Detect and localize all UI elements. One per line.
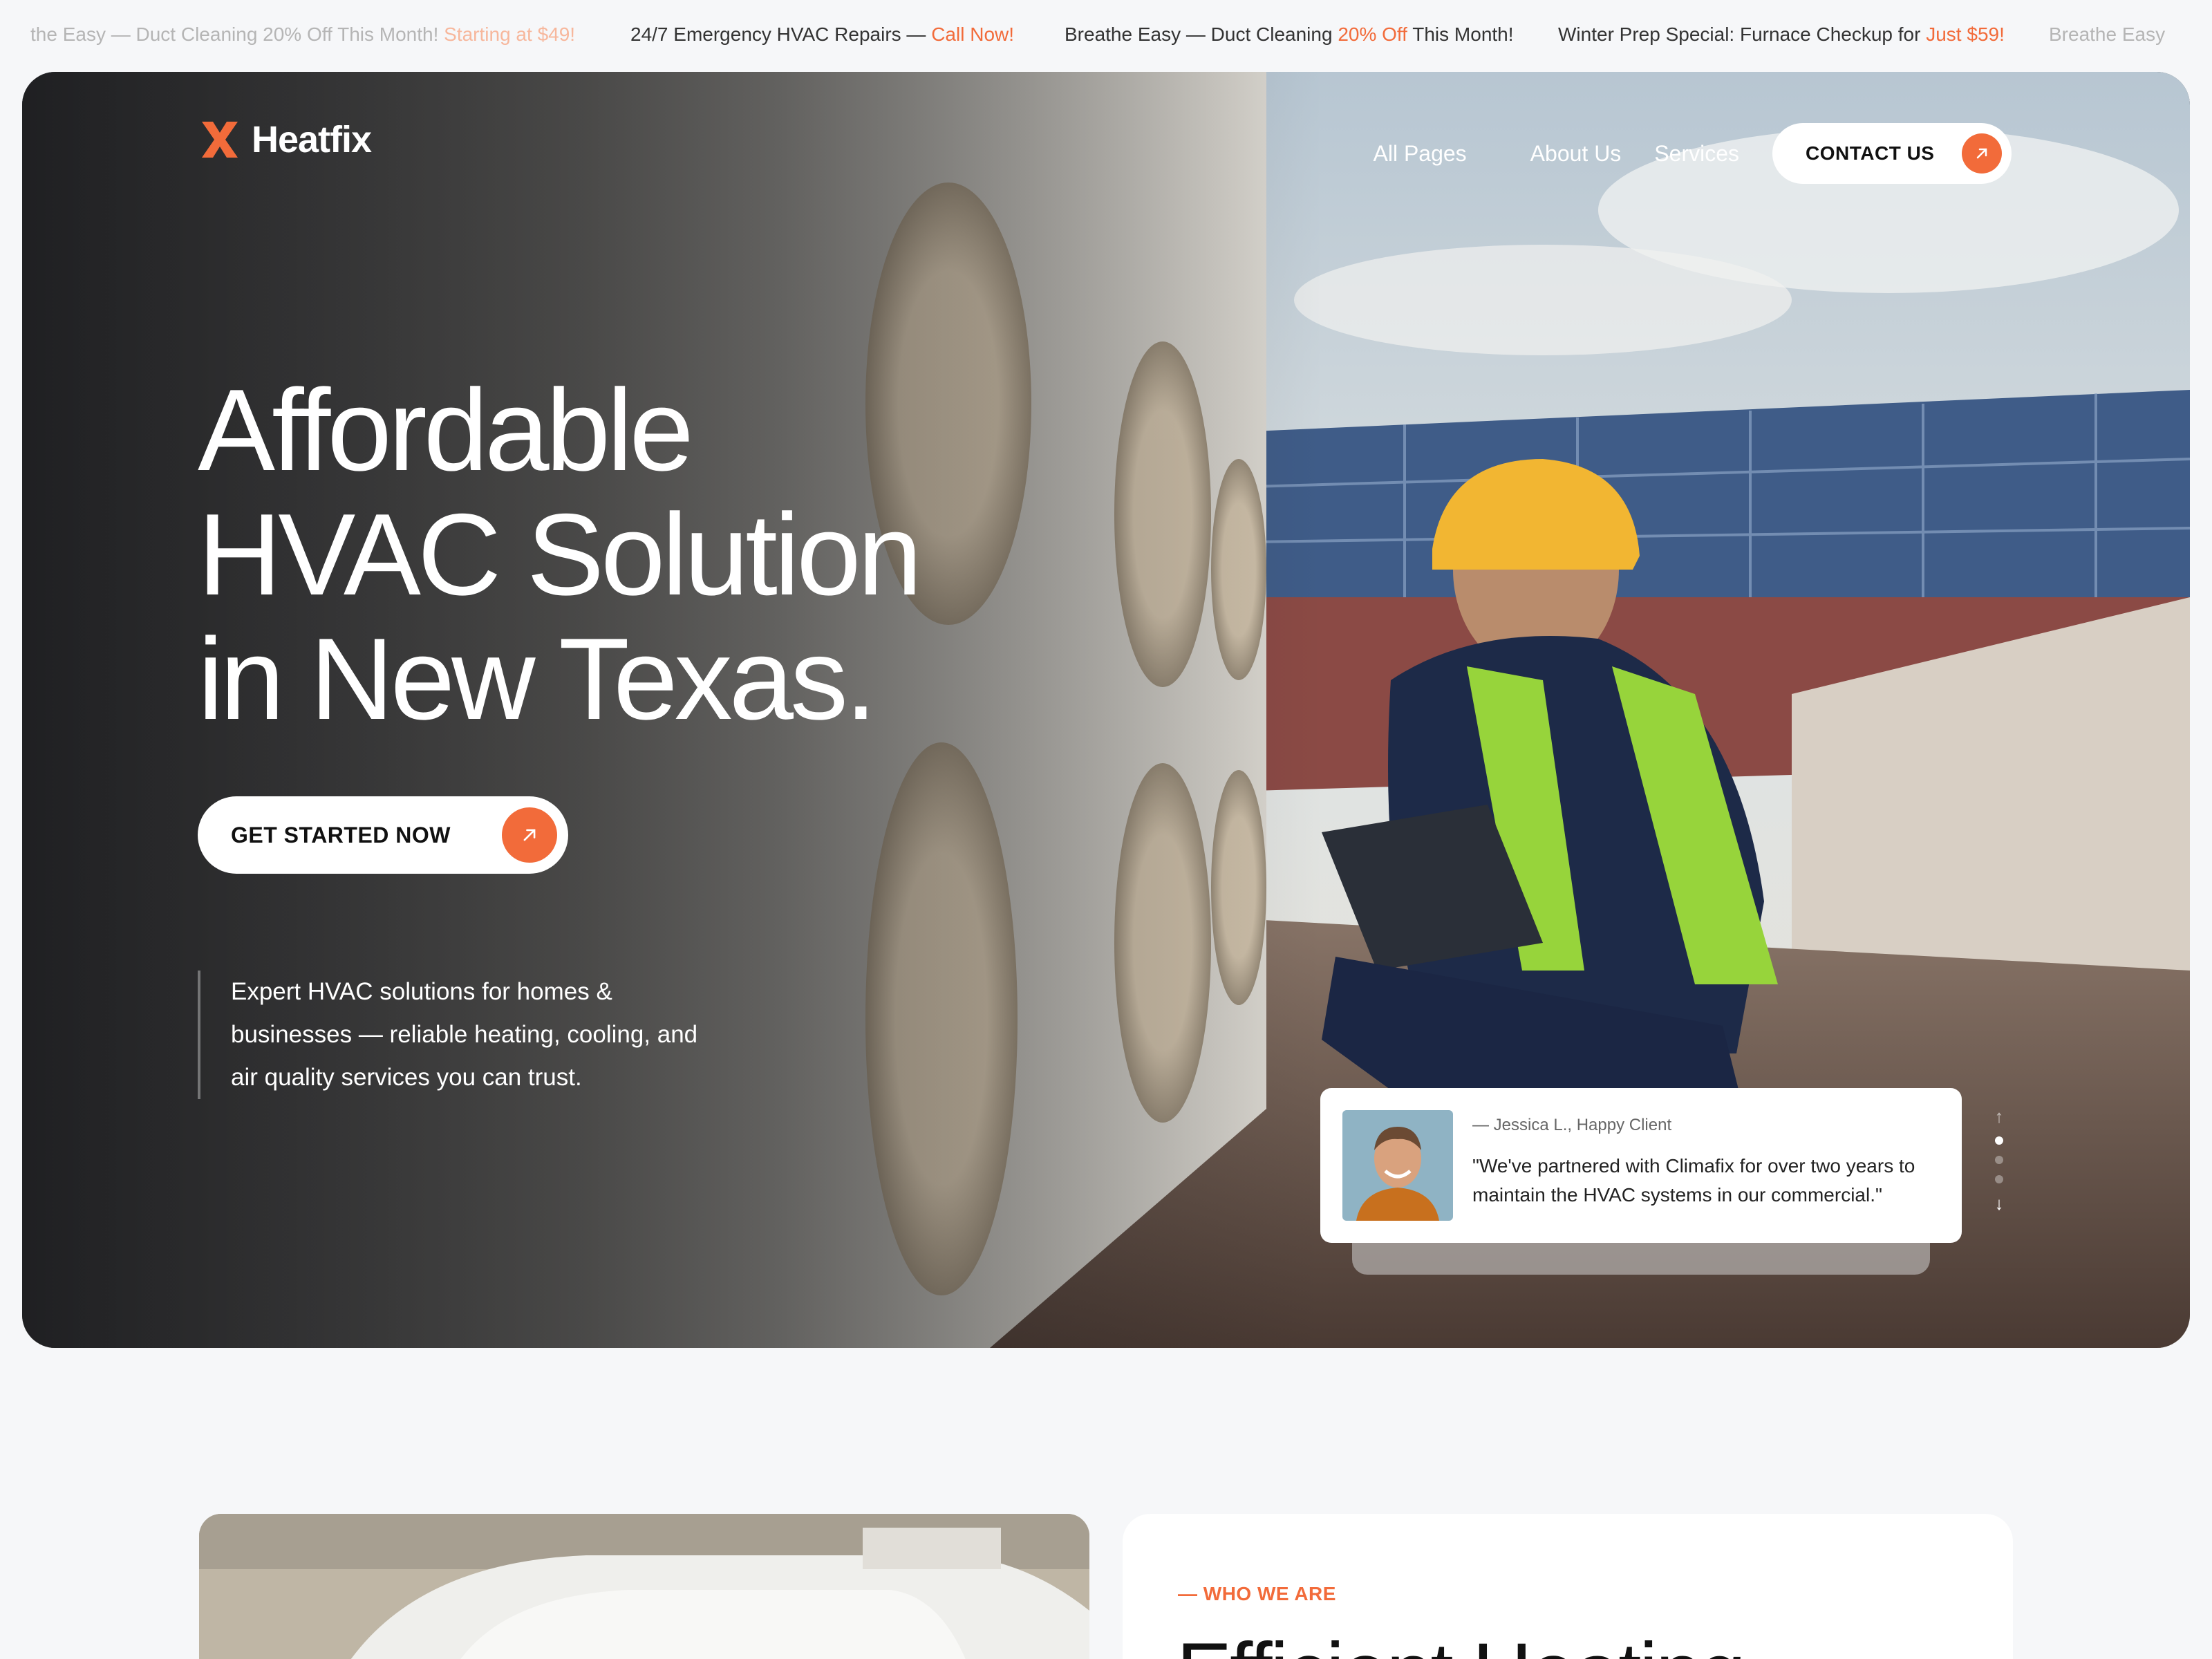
ticker-text: Breathe Easy: [2049, 24, 2166, 45]
about-image: [199, 1514, 1089, 1659]
section-eyebrow: — WHO WE ARE: [1178, 1583, 1336, 1604]
brand-name: Heatfix: [252, 119, 372, 160]
ticker-text: Breathe Easy — Duct Cleaning: [1065, 24, 1338, 45]
testimonial-card: — Jessica L., Happy Client "We've partne…: [1320, 1088, 1962, 1243]
headline-line: in New Texas.: [198, 614, 877, 744]
section-title: Efficient Heating: [1177, 1624, 1746, 1659]
ticker-item: Breathe Easy: [2049, 24, 2165, 46]
headline-line: Affordable: [198, 365, 694, 495]
arrow-up-right-icon: [502, 807, 557, 863]
ticker-text: 24/7 Emergency HVAC Repairs —: [630, 24, 932, 45]
contact-us-button[interactable]: CONTACT US: [1772, 123, 2012, 184]
nav-item-services[interactable]: Services: [1654, 141, 1739, 167]
logo-mark-icon: [202, 122, 238, 158]
slider-dot[interactable]: [1995, 1136, 2003, 1145]
ticker-item: Winter Prep Special: Furnace Checkup for…: [1558, 24, 2005, 46]
ticker-highlight: Starting at $49!: [444, 24, 576, 45]
ticker-item: the Easy — Duct Cleaning 20% Off This Mo…: [30, 24, 575, 46]
ticker-text: the Easy — Duct Cleaning 20% Off This Mo…: [30, 24, 444, 45]
get-started-button[interactable]: GET STARTED NOW: [198, 796, 568, 874]
ticker-item: 24/7 Emergency HVAC Repairs — Call Now!: [630, 24, 1014, 46]
testimonial-slider-controls: ↑ ↓: [1991, 1107, 2007, 1212]
arrow-up-icon[interactable]: ↑: [1991, 1107, 2007, 1125]
contact-us-label: CONTACT US: [1806, 142, 1935, 164]
announcement-ticker: the Easy — Duct Cleaning 20% Off This Mo…: [0, 0, 2212, 72]
ac-unit-photo: [199, 1514, 1089, 1659]
hero-headline: Affordable HVAC Solution in New Texas.: [198, 368, 1027, 741]
client-avatar: [1342, 1110, 1453, 1221]
headline-line: HVAC Solution: [198, 489, 922, 619]
arrow-up-right-icon: [1962, 133, 2002, 174]
hero-description: Expert HVAC solutions for homes & busine…: [198, 971, 723, 1099]
nav-item-all-pages[interactable]: All Pages: [1373, 141, 1466, 167]
ticker-highlight: Just $59!: [1926, 24, 2005, 45]
about-card: — WHO WE ARE Efficient Heating: [1123, 1514, 2013, 1659]
testimonial-author: — Jessica L., Happy Client: [1472, 1116, 1672, 1134]
slider-dot[interactable]: [1995, 1156, 2003, 1164]
ticker-highlight: Call Now!: [931, 24, 1015, 45]
testimonial-quote: "We've partnered with Climafix for over …: [1472, 1155, 1915, 1206]
nav-item-about-us[interactable]: About Us: [1530, 141, 1622, 167]
main-nav: All Pages About Us Services CONTACT US: [1373, 123, 2012, 184]
ticker-highlight: 20% Off: [1338, 24, 1407, 45]
ticker-text: This Month!: [1407, 24, 1514, 45]
ticker-item: Breathe Easy — Duct Cleaning 20% Off Thi…: [1065, 24, 1514, 46]
ticker-text: Winter Prep Special: Furnace Checkup for: [1558, 24, 1927, 45]
get-started-label: GET STARTED NOW: [231, 822, 451, 847]
arrow-down-icon[interactable]: ↓: [1991, 1194, 2007, 1212]
brand-logo[interactable]: Heatfix: [198, 118, 372, 162]
hero-section: Heatfix All Pages About Us Services CONT…: [22, 72, 2190, 1348]
slider-dot[interactable]: [1995, 1175, 2003, 1183]
